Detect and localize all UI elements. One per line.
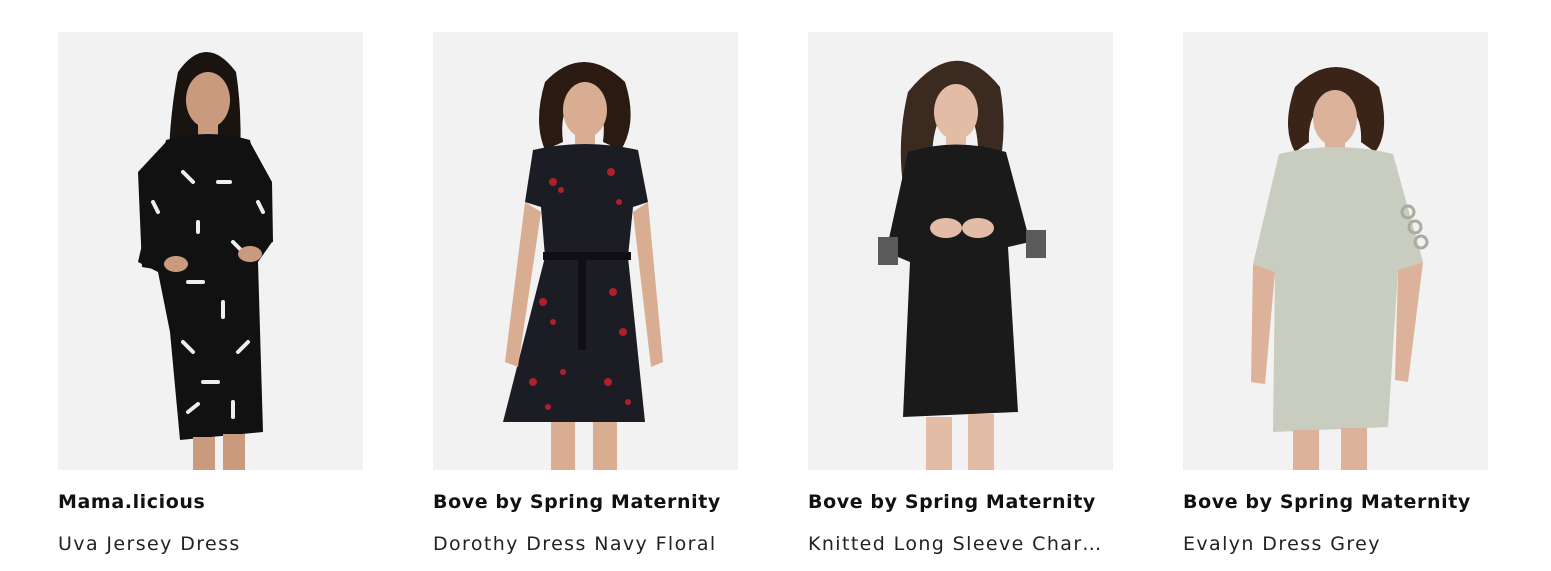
product-card[interactable]: Bove by Spring Maternity Evalyn Dress Gr… (1183, 32, 1488, 556)
product-brand[interactable]: Bove by Spring Maternity (433, 490, 738, 514)
product-card[interactable]: Bove by Spring Maternity Dorothy Dress N… (433, 32, 738, 556)
product-brand[interactable]: Bove by Spring Maternity (1183, 490, 1488, 514)
product-name[interactable]: Knitted Long Sleeve Charn... (808, 532, 1113, 556)
model-photo (138, 52, 273, 470)
model-photo (1251, 67, 1429, 470)
product-image[interactable] (58, 32, 363, 470)
product-name[interactable]: Evalyn Dress Grey (1183, 532, 1488, 556)
product-name[interactable]: Uva Jersey Dress (58, 532, 363, 556)
product-brand[interactable]: Mama.licious (58, 490, 363, 514)
model-photo (503, 62, 663, 470)
product-card[interactable]: Mama.licious Uva Jersey Dress (58, 32, 363, 556)
product-image[interactable] (1183, 32, 1488, 470)
product-brand[interactable]: Bove by Spring Maternity (808, 490, 1113, 514)
product-image[interactable] (433, 32, 738, 470)
product-name[interactable]: Dorothy Dress Navy Floral (433, 532, 738, 556)
product-card[interactable]: Bove by Spring Maternity Knitted Long Sl… (808, 32, 1113, 556)
product-grid: Mama.licious Uva Jersey Dress Bove by Sp… (58, 32, 1488, 556)
model-photo (878, 60, 1046, 470)
product-image[interactable] (808, 32, 1113, 470)
